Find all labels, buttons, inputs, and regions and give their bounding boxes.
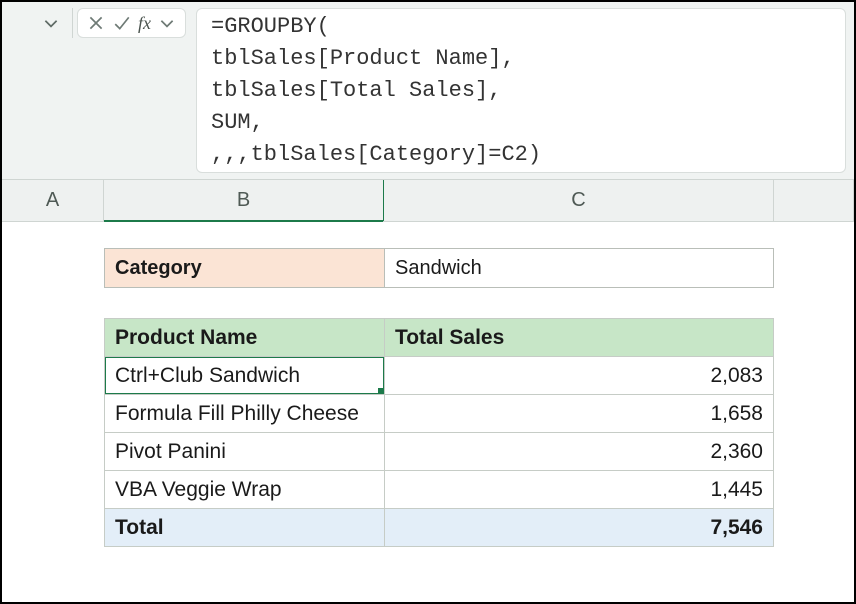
table-header-row: Product Name Total Sales bbox=[105, 319, 774, 357]
table-total-row: Total 7,546 bbox=[105, 509, 774, 547]
check-icon bbox=[113, 14, 131, 32]
formula-bar: fx =GROUPBY( tblSales[Product Name], tbl… bbox=[2, 2, 854, 180]
chevron-down-icon bbox=[158, 14, 176, 32]
cell-sales[interactable]: 1,445 bbox=[384, 471, 773, 509]
category-label-cell[interactable]: Category bbox=[104, 248, 384, 288]
table-row: Pivot Panini 2,360 bbox=[105, 433, 774, 471]
cell-product[interactable]: Ctrl+Club Sandwich bbox=[105, 357, 385, 395]
fx-label[interactable]: fx bbox=[136, 13, 153, 34]
cell-total-value[interactable]: 7,546 bbox=[384, 509, 773, 547]
col-header-b[interactable]: B bbox=[104, 180, 384, 221]
result-table: Product Name Total Sales Ctrl+Club Sandw… bbox=[104, 318, 774, 547]
divider bbox=[72, 8, 73, 38]
col-header-c[interactable]: C bbox=[384, 180, 774, 221]
cell-sales[interactable]: 1,658 bbox=[384, 395, 773, 433]
formula-input[interactable]: =GROUPBY( tblSales[Product Name], tblSal… bbox=[196, 8, 846, 173]
x-icon bbox=[87, 14, 105, 32]
column-headers: A B C bbox=[2, 180, 854, 222]
table-row: VBA Veggie Wrap 1,445 bbox=[105, 471, 774, 509]
cell-product[interactable]: VBA Veggie Wrap bbox=[105, 471, 385, 509]
sheet-body: Category Sandwich Product Name Total Sal… bbox=[2, 222, 854, 547]
cell-sales[interactable]: 2,083 bbox=[384, 357, 773, 395]
col-header-a[interactable]: A bbox=[2, 180, 104, 221]
enter-button[interactable] bbox=[110, 10, 134, 36]
namebox-dropdown[interactable] bbox=[8, 8, 68, 38]
category-row: Category Sandwich bbox=[104, 248, 774, 288]
chevron-down-icon bbox=[42, 14, 60, 32]
cancel-button[interactable] bbox=[84, 10, 108, 36]
cell-product[interactable]: Pivot Panini bbox=[105, 433, 385, 471]
table-row: Ctrl+Club Sandwich 2,083 bbox=[105, 357, 774, 395]
category-value-cell[interactable]: Sandwich bbox=[384, 248, 774, 288]
formula-buttons: fx bbox=[77, 8, 186, 38]
col-header-rest bbox=[774, 180, 854, 221]
cell-product[interactable]: Formula Fill Philly Cheese bbox=[105, 395, 385, 433]
table-row: Formula Fill Philly Cheese 1,658 bbox=[105, 395, 774, 433]
cell-total-label[interactable]: Total bbox=[105, 509, 385, 547]
header-sales[interactable]: Total Sales bbox=[384, 319, 773, 357]
cell-sales[interactable]: 2,360 bbox=[384, 433, 773, 471]
header-product[interactable]: Product Name bbox=[105, 319, 385, 357]
formula-dropdown[interactable] bbox=[155, 10, 179, 36]
